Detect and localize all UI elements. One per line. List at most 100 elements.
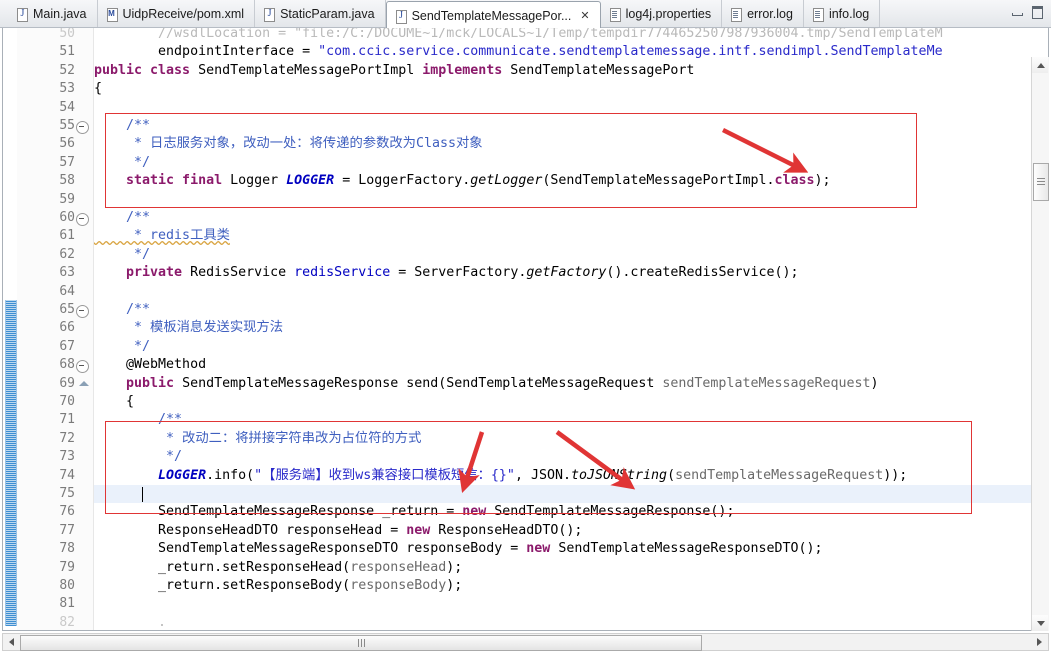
- line-number: 69: [17, 375, 93, 393]
- code-token: ): [870, 375, 879, 391]
- code-editor: 50 51 52 53 54 55 56 57 58 59 60 61 62 63 64 65 66 67 68 69…: [0, 28, 1051, 653]
- code-line: SendTemplateMessageResponseDTO responseB…: [94, 540, 823, 558]
- code-token: sendTemplateMessageRequest: [662, 375, 871, 391]
- editor-tab-4[interactable]: log4j.properties: [601, 0, 723, 27]
- code-token: ResponseHeadDTO();: [438, 522, 583, 538]
- code-line: * redis工具类: [94, 227, 230, 245]
- editor-tab-6[interactable]: info.log: [804, 0, 881, 27]
- code-token: RedisService: [190, 265, 295, 281]
- code-token: );: [814, 173, 831, 189]
- code-token: toJSONString: [570, 467, 668, 483]
- line-number: 52: [17, 62, 93, 80]
- maximize-icon[interactable]: [1032, 6, 1043, 19]
- editor-tab-label: info.log: [828, 6, 870, 21]
- code-token: SendTemplateMessageResponse _return =: [94, 504, 463, 520]
- vertical-scrollbar[interactable]: [1031, 57, 1049, 631]
- code-token: sendTemplateMessageRequest: [675, 467, 884, 483]
- code-line: endpointInterface = "com.ccic.service.co…: [94, 43, 943, 61]
- line-number: 60: [17, 209, 93, 227]
- code-token: SendTemplateMessageResponseDTO();: [558, 541, 823, 557]
- line-number: 55: [17, 117, 93, 135]
- line-number: 61: [17, 227, 93, 245]
- editor-tab-label: error.log: [747, 6, 793, 21]
- tab-close-icon[interactable]: ✕: [580, 10, 589, 21]
- line-number: 75: [17, 485, 93, 503]
- line-number-value: 71: [59, 412, 75, 428]
- code-line: /**: [94, 209, 150, 227]
- code-token: /**: [94, 118, 151, 133]
- line-number: 51: [17, 43, 93, 61]
- fold-collapse-icon[interactable]: [76, 213, 89, 226]
- code-line: static final Logger LOGGER = LoggerFacto…: [94, 172, 831, 190]
- line-number-value: 68: [59, 357, 75, 373]
- code-token: /**: [94, 302, 151, 317]
- change-marker-strip: [3, 28, 18, 630]
- line-number-value: 57: [59, 154, 75, 170]
- scroll-right-arrow-icon[interactable]: [1032, 634, 1048, 650]
- code-line: SendTemplateMessageResponse _return = ne…: [94, 503, 734, 521]
- code-line: /**: [94, 117, 150, 135]
- fold-collapse-icon[interactable]: [76, 121, 89, 134]
- minimize-icon[interactable]: [1011, 6, 1023, 17]
- line-number: 54: [17, 99, 93, 117]
- fold-collapse-icon[interactable]: [76, 305, 89, 318]
- code-text-area[interactable]: //wsdlLocation = "file:/C:/DOCUME~1/mck/…: [94, 28, 1048, 630]
- scroll-left-arrow-icon[interactable]: [3, 634, 19, 650]
- scroll-up-arrow-icon[interactable]: [1032, 57, 1048, 73]
- code-token: {: [94, 81, 103, 97]
- code-token: .: [94, 614, 167, 630]
- fold-end-icon[interactable]: [79, 380, 89, 386]
- code-token: private: [94, 265, 191, 281]
- code-token: public: [94, 375, 183, 391]
- editor-tab-1[interactable]: UidpReceive/pom.xml: [98, 0, 256, 27]
- line-number-gutter[interactable]: 50 51 52 53 54 55 56 57 58 59 60 61 62 63 64 65 66 67 68 69…: [17, 28, 94, 630]
- code-line: /**: [94, 301, 150, 319]
- code-token: "com.ccic.service.communicate.sendtempla…: [318, 44, 943, 60]
- code-token: _return.setResponseHead(: [94, 559, 351, 575]
- code-line: [94, 485, 158, 503]
- line-number: 63: [17, 264, 93, 282]
- code-token: = LoggerFactory.: [334, 173, 471, 189]
- window-controls: [1011, 6, 1043, 19]
- line-number-value: 82: [59, 614, 75, 630]
- code-token: * 改动二：将拼接字符串改为占位符的方式: [94, 430, 422, 446]
- horizontal-scrollbar[interactable]: [2, 633, 1049, 651]
- line-number-value: 54: [59, 99, 75, 115]
- line-number-value: 51: [59, 44, 75, 60]
- text-caret: [142, 487, 143, 502]
- code-token: * 模板消息发送实现方法: [94, 320, 284, 336]
- line-number-value: 66: [59, 320, 75, 336]
- line-number-value: 77: [59, 522, 75, 538]
- code-line: _return.setResponseHead(responseHead);: [94, 559, 462, 577]
- line-number-value: 53: [59, 81, 75, 97]
- editor-tab-label: StaticParam.java: [280, 6, 375, 21]
- editor-tab-list: Main.java UidpReceive/pom.xml StaticParam.…: [8, 0, 881, 31]
- line-number-value: 80: [59, 578, 75, 593]
- code-token: );: [446, 559, 463, 575]
- editor-tab-5[interactable]: error.log: [722, 0, 804, 27]
- code-line: */: [94, 448, 182, 466]
- horizontal-scrollbar-thumb[interactable]: [20, 635, 702, 651]
- editor-tab-label: SendTemplateMessagePor...: [411, 9, 572, 23]
- line-number-value: 81: [59, 596, 75, 612]
- editor-tab-2[interactable]: StaticParam.java: [255, 0, 386, 27]
- line-number-value: 74: [59, 467, 75, 483]
- line-number: 59: [17, 191, 93, 209]
- code-line: ResponseHeadDTO responseHead = new Respo…: [94, 522, 582, 540]
- code-token: responseHead: [350, 559, 447, 575]
- code-line: {: [94, 80, 102, 98]
- line-number-value: 73: [59, 449, 75, 465]
- vertical-scrollbar-thumb[interactable]: [1033, 163, 1049, 201]
- line-number: 78: [17, 540, 93, 558]
- fold-collapse-icon[interactable]: [76, 360, 89, 374]
- text-file-icon: [812, 7, 824, 22]
- editor-tab-3[interactable]: SendTemplateMessagePor... ✕: [385, 1, 601, 31]
- scroll-down-arrow-icon[interactable]: [1032, 615, 1048, 631]
- code-token: responseBody: [350, 578, 447, 593]
- line-number: 53: [17, 80, 93, 98]
- line-number: 70: [17, 393, 93, 411]
- line-number-value: 62: [59, 246, 75, 262]
- editor-tab-0[interactable]: Main.java: [8, 0, 98, 27]
- editor-viewport: 50 51 52 53 54 55 56 57 58 59 60 61 62 63 64 65 66 67 68 69…: [2, 28, 1049, 631]
